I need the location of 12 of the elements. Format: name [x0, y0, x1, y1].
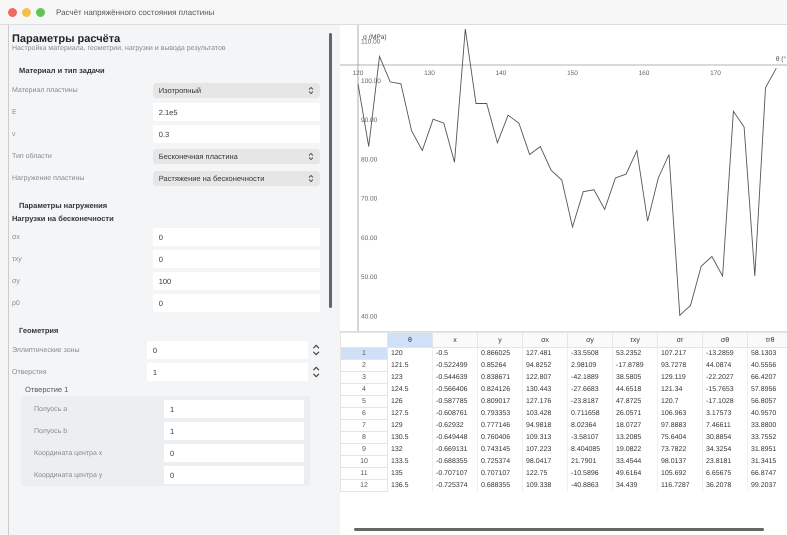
chevron-icon: [308, 86, 314, 94]
scrollbar[interactable]: [354, 528, 764, 531]
minimize-button[interactable]: [22, 8, 31, 16]
chevron-icon: [308, 152, 314, 160]
zoom-button[interactable]: [36, 8, 45, 16]
panel-title: Параметры расчёта: [11, 33, 122, 45]
stepper-icon[interactable]: [312, 343, 320, 357]
chevron-icon: [308, 174, 314, 182]
window-title: Расчёт напряжённого состояния пластины: [56, 8, 214, 16]
close-button[interactable]: [8, 8, 17, 16]
stepper-icon[interactable]: [312, 365, 320, 379]
scrollbar[interactable]: [329, 33, 332, 308]
